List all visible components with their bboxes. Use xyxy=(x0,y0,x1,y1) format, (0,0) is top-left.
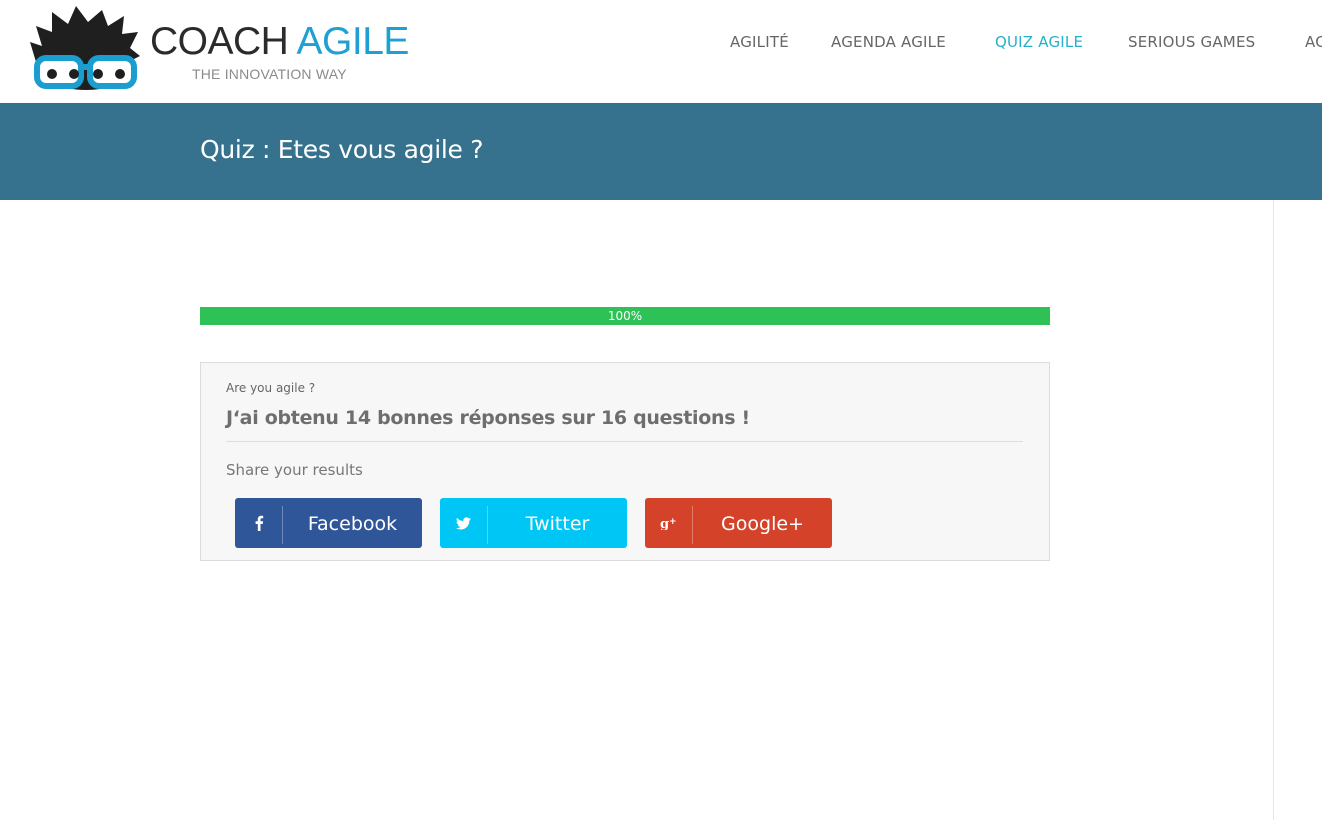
share-google-plus-label: Google+ xyxy=(721,513,804,535)
share-google-plus-button[interactable]: g + Google+ xyxy=(645,498,832,548)
mascot-logo-icon xyxy=(30,6,140,90)
logo-tagline: THE INNOVATION WAY xyxy=(192,66,347,82)
share-facebook-label: Facebook xyxy=(307,513,398,535)
nav-item-ac[interactable]: AC xyxy=(1305,33,1322,51)
nav-item-quiz-agile[interactable]: QUIZ AGILE xyxy=(995,33,1083,51)
quiz-result-box: Are you agile ? J‘ai obtenu 14 bonnes ré… xyxy=(200,362,1050,561)
share-facebook-button[interactable]: Facebook xyxy=(235,498,422,548)
share-label: Share your results xyxy=(226,461,363,479)
logo-word-coach: COACH xyxy=(150,20,289,63)
site-logo[interactable]: COACH AGILE THE INNOVATION WAY xyxy=(30,4,409,94)
twitter-icon xyxy=(440,498,487,548)
svg-text:g: g xyxy=(660,517,669,530)
svg-text:+: + xyxy=(669,517,677,527)
quiz-progress-bar: 100% xyxy=(200,307,1050,325)
logo-wordmark: COACH AGILE xyxy=(150,20,409,64)
site-header: COACH AGILE THE INNOVATION WAY AGILITÉ A… xyxy=(0,0,1322,103)
google-plus-icon: g + xyxy=(645,498,692,548)
page-title: Quiz : Etes vous agile ? xyxy=(200,135,484,164)
result-score-text: J‘ai obtenu 14 bonnes réponses sur 16 qu… xyxy=(226,407,750,429)
nav-item-agilite[interactable]: AGILITÉ xyxy=(730,33,789,51)
result-divider xyxy=(226,441,1023,442)
sidebar-divider xyxy=(1273,200,1274,820)
page-title-band: Quiz : Etes vous agile ? xyxy=(0,103,1322,200)
logo-word-agile: AGILE xyxy=(296,20,410,63)
share-twitter-button[interactable]: Twitter xyxy=(440,498,627,548)
facebook-icon xyxy=(235,498,282,548)
nav-item-serious-games[interactable]: SERIOUS GAMES xyxy=(1128,33,1255,51)
nav-item-agenda-agile[interactable]: AGENDA AGILE xyxy=(831,33,946,51)
share-twitter-label: Twitter xyxy=(525,513,590,535)
quiz-name: Are you agile ? xyxy=(226,381,316,395)
progress-label: 100% xyxy=(607,309,643,323)
